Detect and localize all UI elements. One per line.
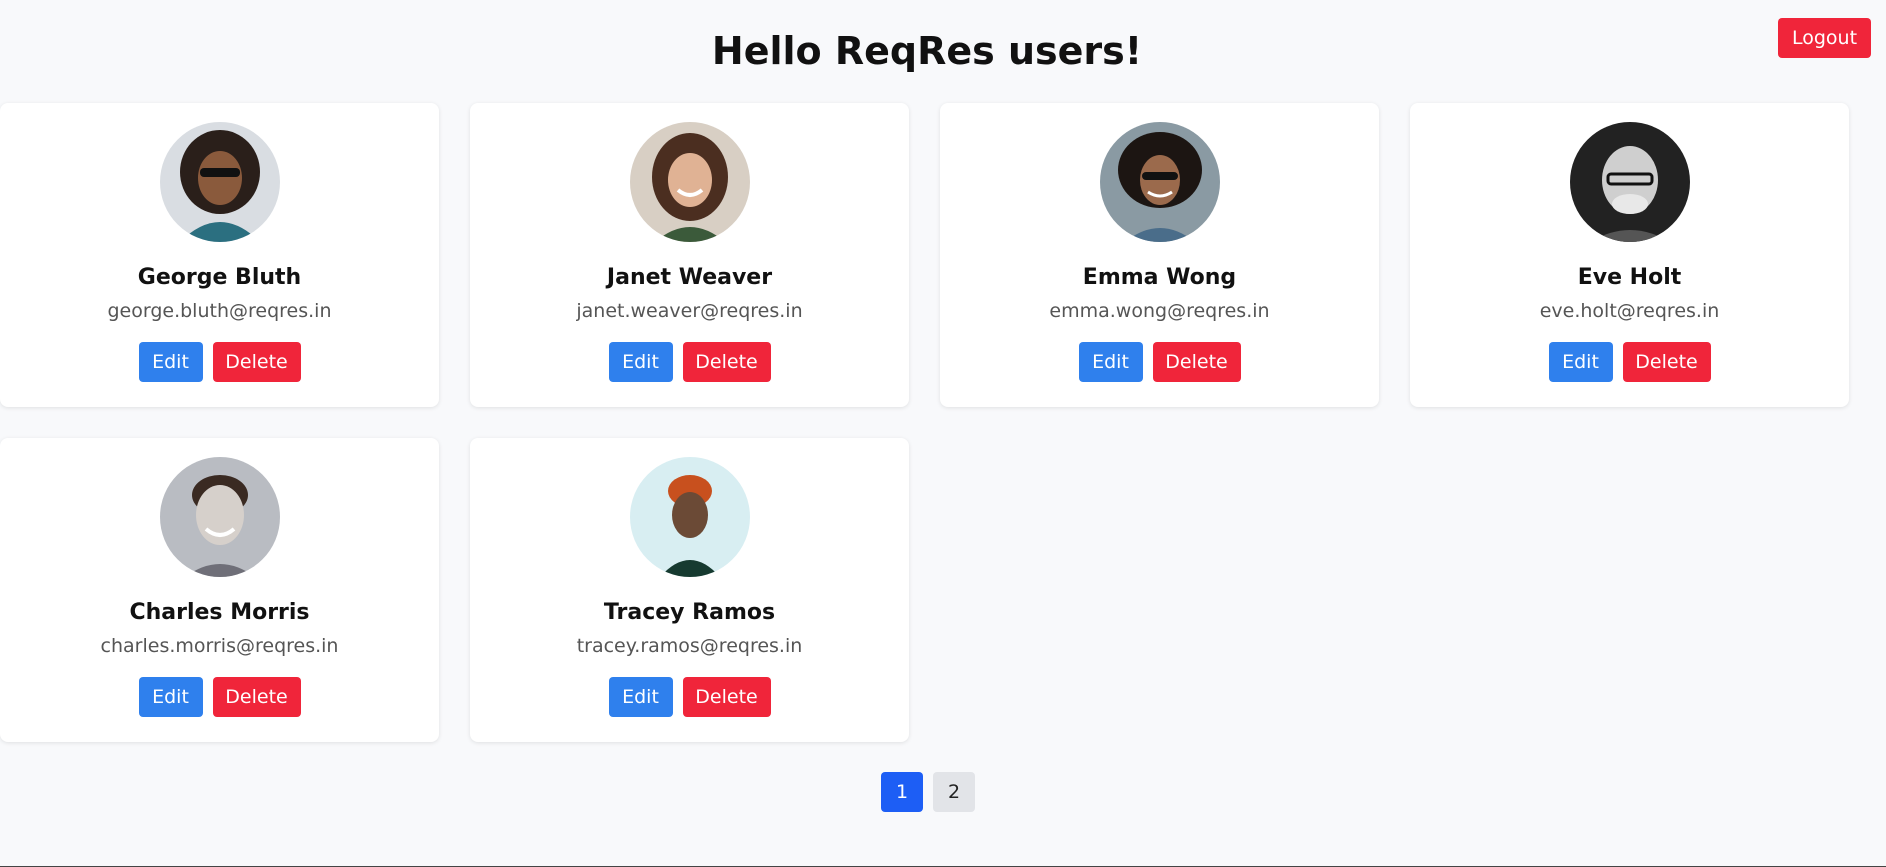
user-name: Charles Morris bbox=[129, 600, 310, 625]
user-email: janet.weaver@reqres.in bbox=[576, 300, 803, 322]
logout-button[interactable]: Logout bbox=[1778, 18, 1871, 58]
delete-button[interactable]: Delete bbox=[212, 342, 301, 382]
avatar bbox=[1099, 122, 1220, 242]
card-actions: Edit Delete bbox=[608, 342, 771, 382]
page-title: Hello ReqRes users! bbox=[711, 29, 1143, 73]
edit-button[interactable]: Edit bbox=[1078, 342, 1143, 382]
avatar-image-icon bbox=[629, 122, 750, 242]
user-card: George Bluth george.bluth@reqres.in Edit… bbox=[0, 103, 439, 407]
avatar bbox=[159, 457, 280, 577]
edit-button[interactable]: Edit bbox=[138, 342, 203, 382]
edit-button[interactable]: Edit bbox=[608, 677, 673, 717]
delete-button[interactable]: Delete bbox=[1152, 342, 1241, 382]
edit-button[interactable]: Edit bbox=[608, 342, 673, 382]
user-card: Charles Morris charles.morris@reqres.in … bbox=[0, 438, 439, 742]
pagination: 1 2 bbox=[881, 772, 975, 812]
user-email: charles.morris@reqres.in bbox=[100, 635, 339, 657]
card-actions: Edit Delete bbox=[608, 677, 771, 717]
user-card: Eve Holt eve.holt@reqres.in Edit Delete bbox=[1410, 103, 1849, 407]
avatar bbox=[1569, 122, 1690, 242]
user-email: george.bluth@reqres.in bbox=[107, 300, 332, 322]
avatar bbox=[159, 122, 280, 242]
delete-button[interactable]: Delete bbox=[682, 342, 771, 382]
delete-button[interactable]: Delete bbox=[1622, 342, 1711, 382]
avatar-image-icon bbox=[1099, 122, 1220, 242]
page-button-2[interactable]: 2 bbox=[933, 772, 975, 812]
delete-button[interactable]: Delete bbox=[682, 677, 771, 717]
user-email: emma.wong@reqres.in bbox=[1049, 300, 1270, 322]
card-actions: Edit Delete bbox=[1078, 342, 1241, 382]
user-name: Eve Holt bbox=[1577, 265, 1682, 290]
user-name: George Bluth bbox=[137, 265, 302, 290]
card-actions: Edit Delete bbox=[138, 342, 301, 382]
edit-button[interactable]: Edit bbox=[1548, 342, 1613, 382]
avatar bbox=[629, 457, 750, 577]
delete-button[interactable]: Delete bbox=[212, 677, 301, 717]
user-grid: George Bluth george.bluth@reqres.in Edit… bbox=[0, 103, 1849, 742]
users-page: Hello ReqRes users! Logout George Bluth … bbox=[0, 0, 1886, 867]
user-name: Tracey Ramos bbox=[603, 600, 776, 625]
page-button-1[interactable]: 1 bbox=[881, 772, 923, 812]
user-card: Tracey Ramos tracey.ramos@reqres.in Edit… bbox=[470, 438, 909, 742]
avatar-image-icon bbox=[159, 457, 280, 577]
avatar-image-icon bbox=[1569, 122, 1690, 242]
card-actions: Edit Delete bbox=[1548, 342, 1711, 382]
user-name: Janet Weaver bbox=[606, 265, 773, 290]
edit-button[interactable]: Edit bbox=[138, 677, 203, 717]
avatar-image-icon bbox=[159, 122, 280, 242]
user-card: Emma Wong emma.wong@reqres.in Edit Delet… bbox=[940, 103, 1379, 407]
user-email: eve.holt@reqres.in bbox=[1539, 300, 1720, 322]
avatar bbox=[629, 122, 750, 242]
avatar-image-icon bbox=[629, 457, 750, 577]
user-email: tracey.ramos@reqres.in bbox=[576, 635, 803, 657]
user-name: Emma Wong bbox=[1082, 265, 1237, 290]
user-card: Janet Weaver janet.weaver@reqres.in Edit… bbox=[470, 103, 909, 407]
card-actions: Edit Delete bbox=[138, 677, 301, 717]
